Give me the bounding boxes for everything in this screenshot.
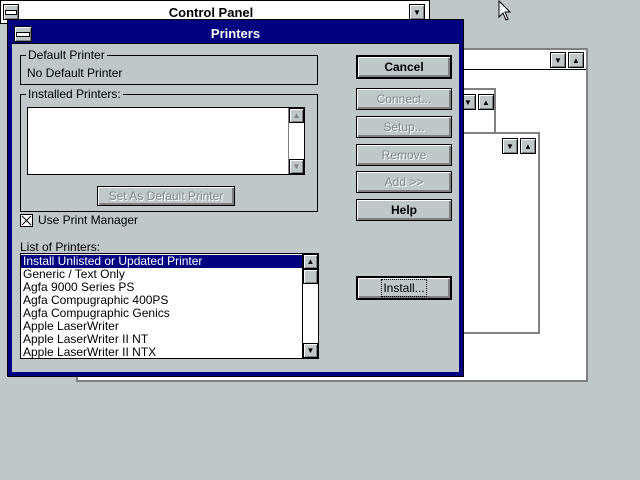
list-scroll-up-button[interactable]: ▲ bbox=[303, 254, 318, 269]
printer-list-item[interactable]: Apple LaserWriter II NTX bbox=[21, 346, 303, 359]
cancel-label: Cancel bbox=[384, 60, 424, 74]
list-of-printers-label: List of Printers: bbox=[20, 240, 101, 254]
installed-printers-listbox[interactable]: ▲ ▼ bbox=[27, 107, 305, 175]
printers-titlebar: Printers bbox=[12, 24, 459, 44]
install-label: Install... bbox=[381, 279, 427, 297]
maximize-icon: ▲ bbox=[572, 55, 580, 65]
printer-list-scrollbar[interactable]: ▲ ▼ bbox=[302, 254, 318, 358]
set-default-printer-button[interactable]: Set As Default Printer bbox=[97, 186, 235, 206]
minimize-icon: ▼ bbox=[413, 7, 421, 17]
control-menu-icon bbox=[16, 31, 30, 37]
maximize-button-2[interactable]: ▲ bbox=[568, 52, 584, 68]
default-printer-label: Default Printer bbox=[26, 48, 107, 62]
installed-printers-group: Installed Printers: ▲ ▼ Set As Default P… bbox=[20, 87, 318, 212]
remove-button[interactable]: Remove bbox=[356, 144, 452, 166]
add-label: Add >> bbox=[384, 175, 424, 189]
maximize-icon: ▲ bbox=[482, 97, 490, 107]
scroll-up-button[interactable]: ▲ bbox=[289, 108, 304, 123]
printer-list[interactable]: Install Unlisted or Updated Printer Gener… bbox=[20, 253, 319, 359]
scroll-down-button[interactable]: ▼ bbox=[289, 159, 304, 174]
connect-label: Connect... bbox=[376, 92, 432, 106]
installed-printers-label: Installed Printers: bbox=[26, 87, 123, 101]
add-button[interactable]: Add >> bbox=[356, 171, 452, 193]
connect-button[interactable]: Connect... bbox=[356, 88, 452, 110]
installed-printers-label-text: Installed Printers: bbox=[28, 87, 121, 101]
dialog-control-menu-button[interactable] bbox=[14, 26, 32, 42]
minimize-button-2[interactable]: ▼ bbox=[550, 52, 566, 68]
remove-label: Remove bbox=[381, 148, 427, 162]
cancel-button[interactable]: Cancel bbox=[356, 55, 452, 79]
arrow-up-icon: ▲ bbox=[292, 111, 301, 120]
arrow-down-icon: ▼ bbox=[292, 162, 301, 171]
minimize-icon: ▼ bbox=[554, 55, 562, 65]
minimize-icon: ▼ bbox=[464, 97, 472, 107]
arrow-up-icon: ▲ bbox=[306, 257, 315, 266]
setup-label: Setup... bbox=[383, 120, 425, 134]
maximize-icon: ▲ bbox=[524, 141, 532, 151]
group-window-2[interactable]: ▼ ▲ bbox=[460, 132, 540, 334]
printer-list-items: Install Unlisted or Updated Printer Gener… bbox=[21, 255, 303, 359]
arrow-down-icon: ▼ bbox=[306, 346, 315, 355]
minimize-icon: ▼ bbox=[506, 141, 514, 151]
use-print-manager-checkbox[interactable]: Use Print Manager bbox=[20, 212, 220, 228]
setup-button[interactable]: Setup... bbox=[356, 116, 452, 138]
install-button[interactable]: Install... bbox=[356, 276, 452, 300]
mouse-cursor-icon bbox=[498, 0, 512, 25]
maximize-button-4[interactable]: ▲ bbox=[520, 138, 536, 154]
minimize-button-4[interactable]: ▼ bbox=[502, 138, 518, 154]
installed-scrollbar[interactable]: ▲ ▼ bbox=[288, 108, 304, 174]
minimize-button[interactable]: ▼ bbox=[409, 4, 425, 20]
control-menu-button[interactable] bbox=[3, 4, 19, 20]
checkbox-checked-icon bbox=[20, 213, 33, 227]
set-default-label: Set As Default Printer bbox=[108, 189, 224, 203]
help-label: Help bbox=[390, 203, 417, 217]
list-scroll-thumb[interactable] bbox=[303, 269, 318, 284]
default-printer-group: Default Printer No Default Printer bbox=[20, 48, 318, 85]
printers-title: Printers bbox=[210, 26, 261, 41]
use-print-manager-label: Use Print Manager bbox=[38, 213, 139, 227]
maximize-button-3[interactable]: ▲ bbox=[478, 94, 494, 110]
default-printer-value: No Default Printer bbox=[27, 66, 123, 80]
control-menu-icon bbox=[5, 9, 17, 15]
control-panel-title: Control Panel bbox=[168, 5, 254, 20]
help-button[interactable]: Help bbox=[356, 199, 452, 221]
list-scroll-down-button[interactable]: ▼ bbox=[303, 343, 318, 358]
printers-dialog[interactable]: Printers Default Printer No Default Prin… bbox=[7, 19, 464, 377]
